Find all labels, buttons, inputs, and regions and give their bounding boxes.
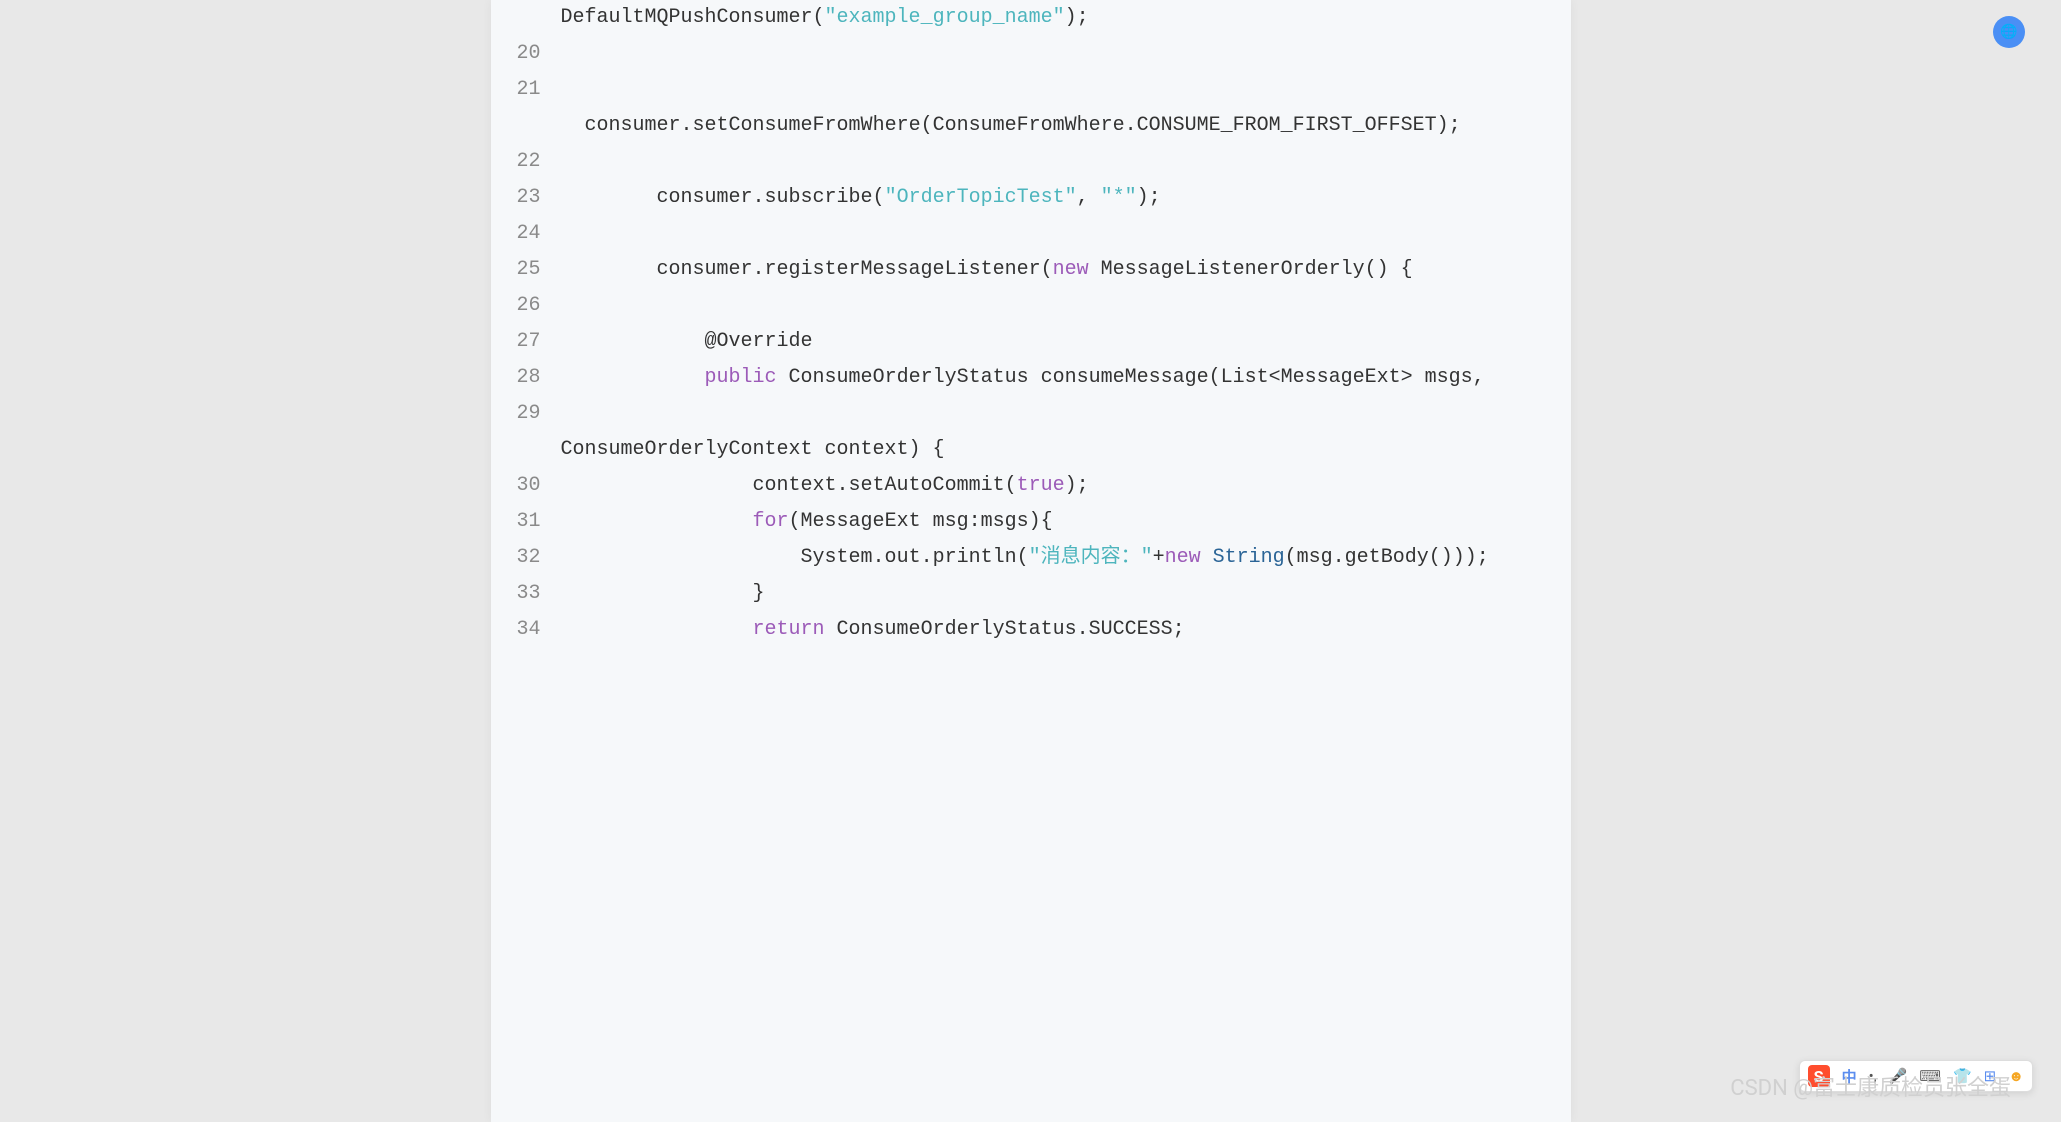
token: consumer.registerMessageListener( (561, 258, 1053, 281)
code-line: 27 @Override (511, 324, 1551, 360)
token: ); (1065, 6, 1089, 29)
token: ); (1065, 474, 1089, 497)
token: ConsumeOrderlyStatus consumeMessage(List… (777, 366, 1485, 389)
token: } (561, 582, 765, 605)
code-line: 28 public ConsumeOrderlyStatus consumeMe… (511, 360, 1551, 396)
token-kw: new (1165, 546, 1201, 569)
code-line: 24 (511, 216, 1551, 252)
code-content[interactable]: context.setAutoCommit(true); (561, 468, 1551, 504)
ime-skin-icon[interactable]: 👕 (1953, 1067, 1972, 1085)
token: (MessageExt msg:msgs){ (789, 510, 1053, 533)
code-content[interactable]: System.out.println("消息内容："+new String(ms… (561, 540, 1551, 576)
code-content[interactable]: } (561, 576, 1551, 612)
token-str: "*" (1101, 186, 1137, 209)
code-line: 31 for(MessageExt msg:msgs){ (511, 504, 1551, 540)
line-number: 28 (511, 360, 561, 396)
token: , (1077, 186, 1101, 209)
token: DefaultMQPushConsumer( (561, 6, 825, 29)
token: ConsumeOrderlyContext context) { (561, 438, 945, 461)
code-line: DefaultMQPushConsumer("example_group_nam… (511, 0, 1551, 36)
code-content[interactable] (561, 216, 1551, 252)
ime-emoji-icon[interactable]: ☻ (2008, 1067, 2024, 1085)
translate-button[interactable]: 🌐 (1993, 16, 2025, 48)
token-kw: new (1053, 258, 1089, 281)
line-number: 31 (511, 504, 561, 540)
code-content[interactable]: consumer.setConsumeFromWhere(ConsumeFrom… (561, 108, 1551, 144)
code-content[interactable] (561, 36, 1551, 72)
code-line: 25 consumer.registerMessageListener(new … (511, 252, 1551, 288)
token-kw: public (705, 366, 777, 389)
token: ConsumeOrderlyStatus.SUCCESS; (825, 618, 1185, 641)
code-content[interactable] (561, 144, 1551, 180)
ime-keyboard-icon[interactable]: ⌨ (1919, 1067, 1941, 1085)
code-content[interactable]: public ConsumeOrderlyStatus consumeMessa… (561, 360, 1551, 396)
token: + (1153, 546, 1165, 569)
content-wrapper: DefaultMQPushConsumer("example_group_nam… (491, 0, 1571, 1122)
token: consumer.setConsumeFromWhere(ConsumeFrom… (561, 114, 1461, 137)
line-number: 25 (511, 252, 561, 288)
token (561, 618, 753, 641)
token: (msg.getBody())); (1285, 546, 1489, 569)
line-number: 32 (511, 540, 561, 576)
line-number: 26 (511, 288, 561, 324)
code-content[interactable]: return ConsumeOrderlyStatus.SUCCESS; (561, 612, 1551, 648)
line-number: 23 (511, 180, 561, 216)
token (561, 366, 705, 389)
line-number: 34 (511, 612, 561, 648)
code-line: 20 (511, 36, 1551, 72)
code-line: consumer.setConsumeFromWhere(ConsumeFrom… (511, 108, 1551, 144)
token (1201, 546, 1213, 569)
token-str: "OrderTopicTest" (885, 186, 1077, 209)
code-line: 21 (511, 72, 1551, 108)
line-number: 27 (511, 324, 561, 360)
ime-lang-toggle[interactable]: 中 (1842, 1066, 1857, 1087)
code-content[interactable]: @Override (561, 324, 1551, 360)
token: ); (1137, 186, 1161, 209)
code-content[interactable]: for(MessageExt msg:msgs){ (561, 504, 1551, 540)
line-number: 22 (511, 144, 561, 180)
token (561, 510, 753, 533)
ime-toolbar[interactable]: S 中 •, 🎤 ⌨ 👕 ⊞ ☻ (1799, 1060, 2033, 1092)
token-cls: String (1213, 546, 1285, 569)
code-content[interactable] (561, 72, 1551, 108)
code-line: 29 (511, 396, 1551, 432)
code-content[interactable]: ConsumeOrderlyContext context) { (561, 432, 1551, 468)
line-number: 20 (511, 36, 561, 72)
token-str: "example_group_name" (825, 6, 1065, 29)
token: MessageListenerOrderly() { (1089, 258, 1413, 281)
line-number: 33 (511, 576, 561, 612)
code-line: 30 context.setAutoCommit(true); (511, 468, 1551, 504)
token: context.setAutoCommit( (561, 474, 1017, 497)
code-content[interactable] (561, 288, 1551, 324)
code-line: ConsumeOrderlyContext context) { (511, 432, 1551, 468)
token-kw: true (1017, 474, 1065, 497)
token-str: "消息内容：" (1029, 546, 1153, 569)
line-number: 21 (511, 72, 561, 108)
line-number: 30 (511, 468, 561, 504)
code-block[interactable]: DefaultMQPushConsumer("example_group_nam… (491, 0, 1571, 1122)
token: System.out.println( (561, 546, 1029, 569)
code-content[interactable] (561, 396, 1551, 432)
code-content[interactable]: DefaultMQPushConsumer("example_group_nam… (561, 0, 1551, 36)
ime-logo-icon[interactable]: S (1808, 1065, 1830, 1087)
token: consumer.subscribe( (561, 186, 885, 209)
ime-mic-icon[interactable]: 🎤 (1889, 1067, 1908, 1085)
code-line: 26 (511, 288, 1551, 324)
code-line: 32 System.out.println("消息内容："+new String… (511, 540, 1551, 576)
ime-toolbox-icon[interactable]: ⊞ (1984, 1067, 1997, 1085)
token-annotation: @Override (561, 330, 813, 353)
code-line: 34 return ConsumeOrderlyStatus.SUCCESS; (511, 612, 1551, 648)
line-number: 29 (511, 396, 561, 432)
line-number: 24 (511, 216, 561, 252)
code-content[interactable]: consumer.subscribe("OrderTopicTest", "*"… (561, 180, 1551, 216)
code-line: 23 consumer.subscribe("OrderTopicTest", … (511, 180, 1551, 216)
globe-icon: 🌐 (2000, 24, 2017, 40)
code-line: 33 } (511, 576, 1551, 612)
code-content[interactable]: consumer.registerMessageListener(new Mes… (561, 252, 1551, 288)
ime-punct-icon[interactable]: •, (1869, 1067, 1877, 1085)
token-kw: return (753, 618, 825, 641)
token-kw: for (753, 510, 789, 533)
page-container: DefaultMQPushConsumer("example_group_nam… (0, 0, 2061, 1122)
code-line: 22 (511, 144, 1551, 180)
